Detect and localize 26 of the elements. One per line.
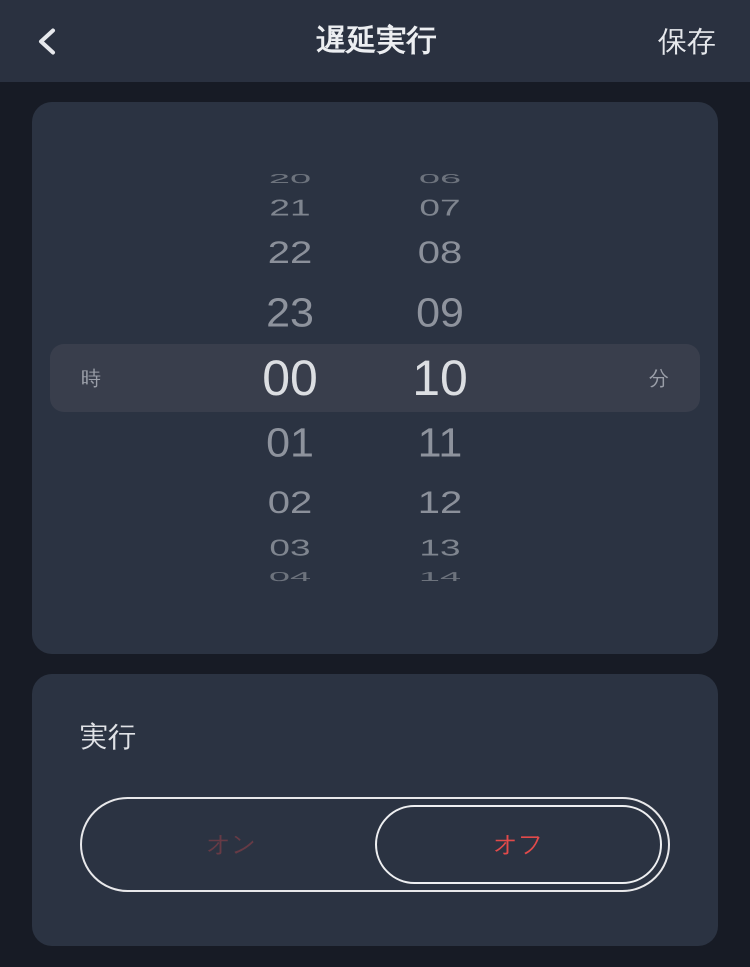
minute-option[interactable]: 08 (418, 240, 462, 266)
hour-option[interactable]: 01 (266, 426, 314, 460)
hour-option[interactable]: 02 (268, 490, 312, 516)
minute-option[interactable]: 13 (419, 538, 461, 558)
minute-option[interactable]: 06 (418, 174, 462, 184)
hour-option[interactable]: 22 (268, 240, 312, 266)
minute-option[interactable]: 07 (419, 198, 461, 218)
toggle-option[interactable]: オフ (375, 804, 662, 884)
minute-unit-label: 分 (649, 366, 669, 390)
hour-option[interactable]: 20 (268, 174, 312, 184)
minute-option[interactable]: 09 (416, 296, 464, 330)
hour-option[interactable]: 03 (269, 538, 311, 558)
screen-title: 遅延実行 (316, 23, 436, 59)
minute-option[interactable]: 11 (418, 426, 462, 460)
back-button[interactable] (37, 28, 56, 54)
hour-unit-label: 時 (81, 366, 101, 390)
execution-label: 実行 (80, 720, 136, 754)
save-button[interactable]: 保存 (658, 24, 716, 58)
minute-option[interactable]: 12 (418, 490, 462, 516)
hour-option[interactable]: 00 (262, 358, 318, 398)
minute-option[interactable]: 14 (418, 572, 462, 582)
minute-option[interactable]: 10 (412, 358, 468, 398)
hour-option[interactable]: 04 (268, 572, 312, 582)
hour-option[interactable]: 21 (269, 198, 311, 218)
chevron-left-icon (37, 28, 56, 54)
hour-option[interactable]: 23 (266, 296, 314, 330)
